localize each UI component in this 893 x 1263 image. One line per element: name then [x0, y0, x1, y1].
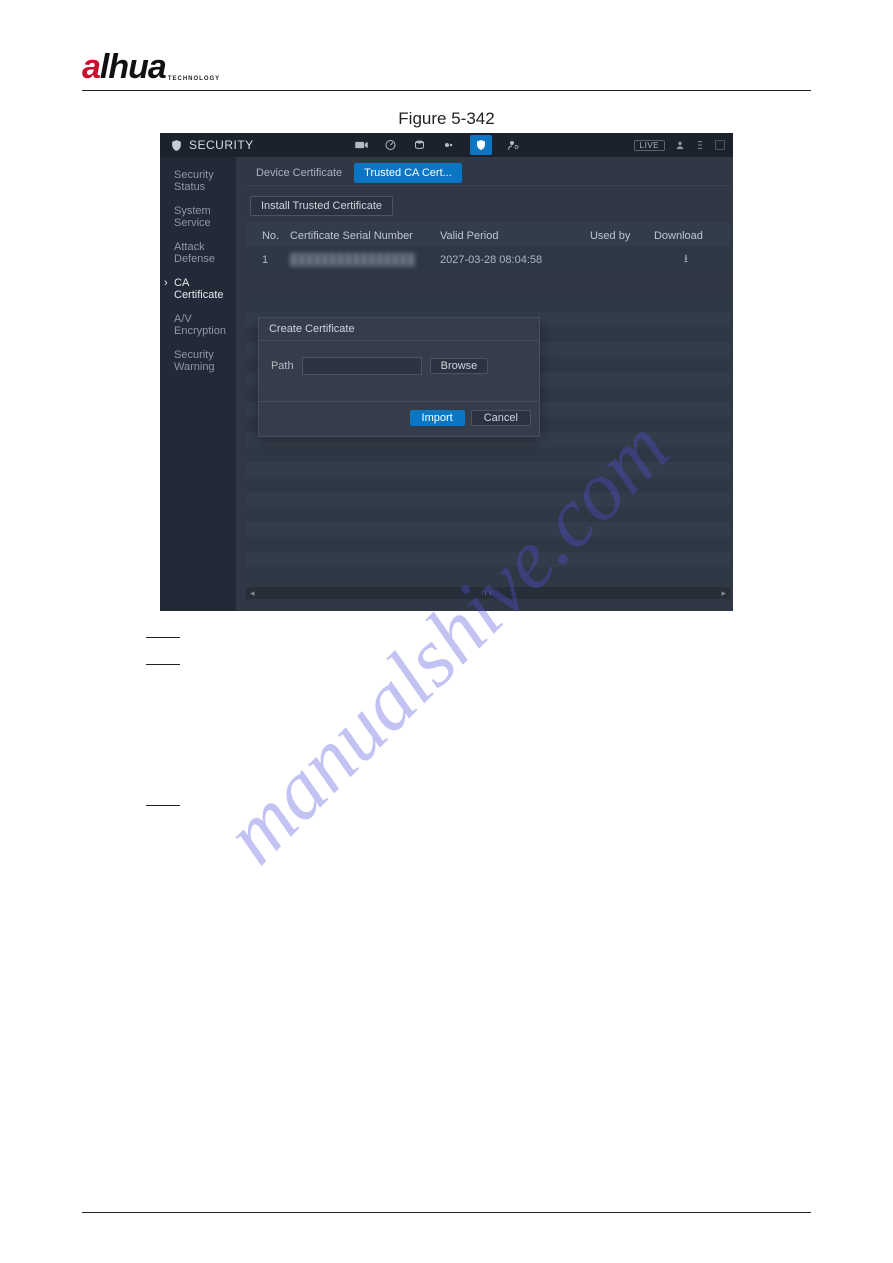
col-usedby: Used by — [590, 230, 654, 242]
col-download: Download — [654, 230, 718, 242]
step-underline — [146, 664, 180, 665]
live-badge[interactable]: LIVE — [634, 140, 665, 151]
certificate-table-header: No. Certificate Serial Number Valid Peri… — [246, 222, 730, 246]
window-control-icon[interactable] — [715, 140, 725, 150]
scroll-grip[interactable] — [485, 591, 491, 595]
col-no: No. — [262, 230, 290, 242]
expand-icon[interactable] — [695, 140, 705, 150]
camera-icon[interactable] — [354, 139, 369, 151]
horizontal-scrollbar[interactable]: ◂ ▸ — [246, 587, 730, 599]
top-category-icons — [354, 135, 521, 155]
cell-no: 1 — [262, 254, 290, 266]
path-label: Path — [271, 360, 294, 372]
logo-highlight: a — [82, 50, 100, 84]
create-certificate-dialog: Create Certificate Path Browse Import Ca… — [258, 317, 540, 437]
sidebar-item-attack-defense[interactable]: Attack Defense — [160, 235, 236, 271]
sidebar-item-security-status[interactable]: Security Status — [160, 163, 236, 199]
browse-button[interactable]: Browse — [430, 358, 489, 374]
figure-caption: Figure 5-342 — [82, 109, 811, 129]
user-icon[interactable] — [675, 140, 685, 150]
import-button[interactable]: Import — [410, 410, 465, 426]
top-rule — [82, 90, 811, 91]
cell-serial-redacted: ████████████████ — [290, 254, 440, 266]
sidebar: Security Status System Service Attack De… — [160, 157, 236, 611]
cancel-button[interactable]: Cancel — [471, 410, 531, 426]
tab-device-certificate[interactable]: Device Certificate — [246, 163, 352, 183]
shield-icon — [170, 139, 183, 152]
table-row: 1 ████████████████ 2027-03-28 08:04:58 ⭳ — [246, 246, 730, 273]
step-underline — [146, 637, 180, 638]
app-title: SECURITY — [189, 138, 254, 152]
main-panel: Device Certificate Trusted CA Cert... In… — [236, 157, 733, 611]
disk-icon[interactable] — [412, 139, 427, 151]
sidebar-item-av-encryption[interactable]: A/V Encryption — [160, 307, 236, 343]
sidebar-item-ca-certificate[interactable]: CA Certificate — [160, 271, 236, 307]
app-titlebar: SECURITY LIVE — [160, 133, 733, 157]
scroll-left-arrow[interactable]: ◂ — [250, 588, 255, 599]
gauge-icon[interactable] — [383, 139, 398, 151]
sidebar-item-system-service[interactable]: System Service — [160, 199, 236, 235]
shield-icon-active[interactable] — [470, 135, 492, 155]
step-underline — [146, 805, 180, 806]
gear-icon[interactable] — [441, 139, 456, 151]
logo-text: lhua — [100, 50, 166, 84]
scroll-right-arrow[interactable]: ▸ — [721, 588, 726, 599]
download-icon[interactable]: ⭳ — [654, 250, 718, 269]
screenshot-security-app: SECURITY LIVE Security Status — [160, 133, 733, 611]
subtabs: Device Certificate Trusted CA Cert... — [236, 157, 733, 183]
tab-trusted-ca-cert[interactable]: Trusted CA Cert... — [354, 163, 462, 183]
install-trusted-certificate-button[interactable]: Install Trusted Certificate — [250, 196, 393, 216]
col-serial: Certificate Serial Number — [290, 230, 440, 242]
dialog-title: Create Certificate — [259, 318, 539, 341]
path-input[interactable] — [302, 357, 422, 375]
user-gear-icon[interactable] — [506, 139, 521, 151]
cell-valid: 2027-03-28 08:04:58 — [440, 254, 590, 266]
col-valid: Valid Period — [440, 230, 590, 242]
logo-subtext: TECHNOLOGY — [168, 76, 220, 82]
sidebar-item-security-warning[interactable]: Security Warning — [160, 343, 236, 379]
tab-underline — [246, 185, 730, 186]
bottom-rule — [82, 1212, 811, 1213]
titlebar-right: LIVE — [634, 140, 725, 151]
brand-logo: alhua TECHNOLOGY — [82, 50, 811, 84]
